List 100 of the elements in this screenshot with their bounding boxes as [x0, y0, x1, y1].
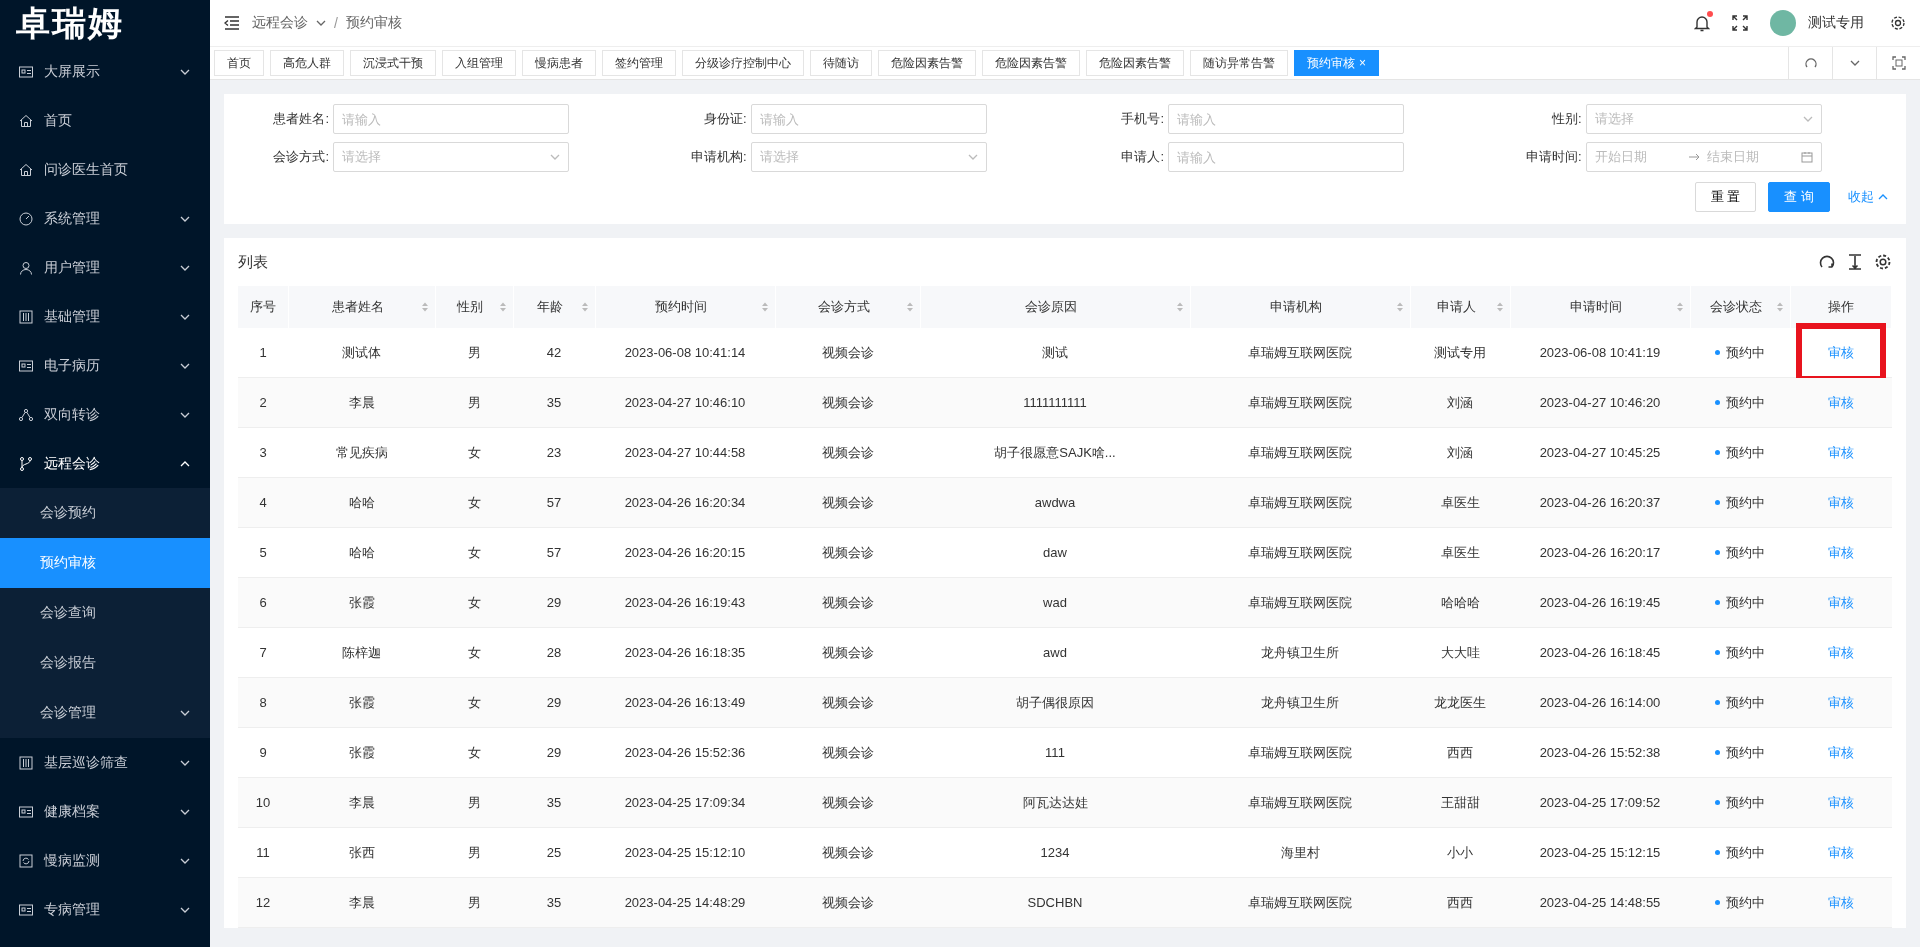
submenu-item[interactable]: 会诊管理: [0, 688, 210, 738]
sidebar-item[interactable]: 用户管理: [0, 243, 210, 292]
sort-icon[interactable]: [1495, 301, 1504, 313]
reset-button[interactable]: 重 置: [1694, 182, 1757, 212]
sidebar-item[interactable]: 双向转诊: [0, 390, 210, 439]
id-card-icon: [18, 63, 34, 80]
sidebar-item[interactable]: 慢病监测: [0, 836, 210, 885]
sort-icon[interactable]: [1675, 301, 1684, 313]
submenu-item[interactable]: 会诊查询: [0, 588, 210, 638]
sidebar-item[interactable]: 电子病历: [0, 341, 210, 390]
sidebar-item[interactable]: 专病管理: [0, 885, 210, 934]
input-field[interactable]: 请输入: [333, 104, 569, 134]
input-field[interactable]: 请输入: [750, 104, 987, 134]
page-tab[interactable]: 慢病患者: [522, 50, 596, 76]
column-header: 操作: [1826, 298, 1855, 316]
breadcrumb-item[interactable]: 远程会诊: [252, 14, 308, 32]
table-cell: 龙舟镇卫生所: [1261, 694, 1339, 710]
table-cell: 2023-04-26 16:13:49: [624, 695, 746, 710]
chevron-icon: [1849, 60, 1860, 66]
table-cell: 张霞: [348, 694, 375, 710]
sort-icon[interactable]: [1175, 301, 1184, 313]
status-label: 预约中: [1715, 793, 1765, 812]
table-cell: 5: [259, 545, 267, 560]
chevron-icon: [550, 154, 560, 160]
table-cell: 视频会诊: [821, 894, 874, 910]
sidebar-item[interactable]: 系统管理: [0, 194, 210, 243]
sort-icon[interactable]: [905, 301, 914, 313]
page-tab[interactable]: 签约管理: [602, 50, 676, 76]
table-cell: 1234: [1040, 845, 1070, 860]
bell-icon[interactable]: [1694, 14, 1710, 32]
fullscreen-icon[interactable]: [1732, 15, 1748, 31]
sort-icon[interactable]: [498, 301, 507, 313]
page-tab[interactable]: 分级诊疗控制中心: [682, 50, 804, 76]
table-cell: 23: [546, 445, 562, 460]
table-cell: 35: [546, 395, 562, 410]
status-label: 预约中: [1715, 493, 1765, 512]
user-icon: [18, 259, 34, 276]
table-cell: 2023-06-08 10:41:14: [624, 345, 746, 360]
sort-icon[interactable]: [760, 301, 769, 313]
table-cell: 11: [256, 845, 270, 860]
page-tab[interactable]: 入组管理: [442, 50, 516, 76]
sort-icon[interactable]: [1395, 301, 1404, 313]
page-tab[interactable]: 沉浸式干预: [350, 50, 436, 76]
table-cell: 卓瑞姆互联网医院: [1248, 794, 1352, 810]
page-tab[interactable]: 危险因素告警: [982, 50, 1080, 76]
refresh-icon[interactable]: [1818, 253, 1836, 271]
submenu-item[interactable]: 会诊预约: [0, 488, 210, 538]
table-cell: 视频会诊: [821, 344, 874, 360]
user-name[interactable]: 测试专用: [1808, 14, 1864, 32]
table-cell: 陈梓迦: [342, 644, 381, 660]
table-cell: 28: [546, 645, 562, 660]
page-tab[interactable]: 待随访: [810, 50, 872, 76]
sidebar-item[interactable]: 健康档案: [0, 787, 210, 836]
table-cell: 卓医生: [1440, 544, 1480, 560]
table-cell: 29: [546, 745, 562, 760]
table-cell: awdwa: [1034, 495, 1076, 510]
table-cell: 女: [467, 494, 481, 510]
table-cell: 哈哈: [348, 494, 375, 510]
table-cell: 男: [467, 894, 481, 910]
page-tab[interactable]: 危险因素告警: [1086, 50, 1184, 76]
table-cell: 29: [546, 595, 562, 610]
gauge-icon: [18, 210, 34, 227]
refresh-icon: [1803, 56, 1818, 70]
page-tab[interactable]: 首页: [214, 50, 264, 76]
table-cell: 男: [467, 344, 481, 360]
chevron-icon: [967, 154, 978, 160]
placeholder-text: 请选择: [1594, 110, 1635, 128]
sidebar-item[interactable]: 问诊医生首页: [0, 145, 210, 194]
sort-icon[interactable]: [580, 301, 589, 313]
table-cell: 3: [259, 445, 267, 460]
sidebar-item[interactable]: 首页: [0, 96, 210, 145]
page-tab[interactable]: 随访异常告警: [1190, 50, 1288, 76]
settings-icon[interactable]: [1890, 15, 1906, 31]
submenu-item[interactable]: 会诊报告: [0, 638, 210, 688]
calendar-icon: [1800, 151, 1813, 163]
input-field[interactable]: 请输入: [1168, 142, 1404, 172]
sidebar-item[interactable]: 大屏展示: [0, 47, 210, 96]
page-tab[interactable]: 危险因素告警: [878, 50, 976, 76]
sidebar-item[interactable]: 远程会诊: [0, 439, 210, 488]
table-cell: 2023-04-25 15:12:15: [1539, 845, 1661, 860]
table-cell: 25: [546, 845, 562, 860]
sort-icon[interactable]: [1775, 301, 1784, 313]
breadcrumb-separator: /: [334, 15, 338, 31]
sidebar-item[interactable]: 基层巡诊筛查: [0, 738, 210, 787]
avatar[interactable]: [1770, 10, 1796, 36]
settings-icon[interactable]: [1874, 253, 1892, 271]
sort-icon[interactable]: [420, 301, 429, 313]
sliders-icon: [18, 308, 34, 325]
table-cell: 测试专用: [1434, 344, 1486, 360]
table-cell: 29: [546, 695, 562, 710]
table-cell: 视频会诊: [821, 444, 874, 460]
input-field[interactable]: 请输入: [1168, 104, 1404, 134]
filter-label: 手机号:: [1120, 110, 1165, 128]
menu-fold-icon[interactable]: [224, 16, 240, 30]
refresh-icon: [18, 852, 34, 869]
table-cell: 卓瑞姆互联网医院: [1248, 394, 1352, 410]
page-tab[interactable]: 高危人群: [270, 50, 344, 76]
column-height-icon[interactable]: [1846, 253, 1864, 271]
sidebar-item[interactable]: 基础管理: [0, 292, 210, 341]
table-cell: 卓瑞姆互联网医院: [1248, 494, 1352, 510]
